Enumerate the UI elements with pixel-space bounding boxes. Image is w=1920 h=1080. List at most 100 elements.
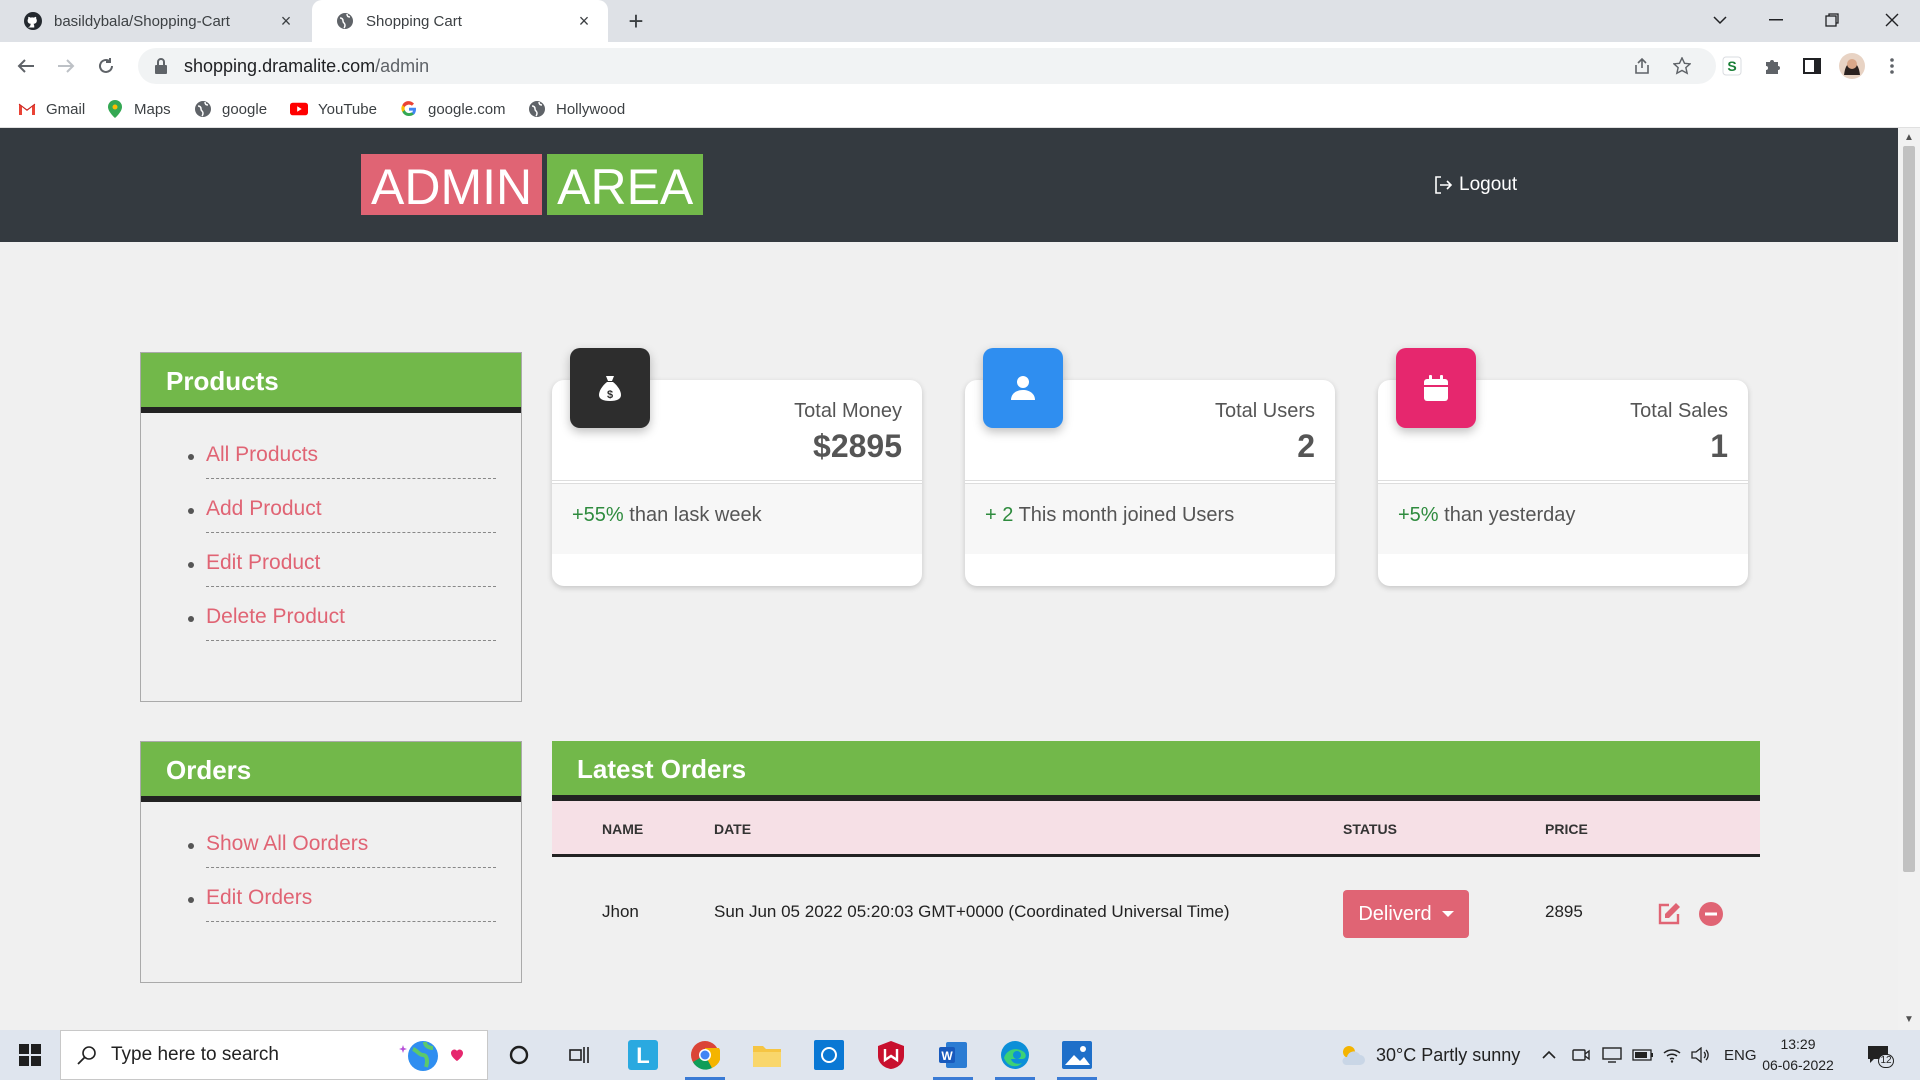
order-status-label: Deliverd xyxy=(1358,902,1432,925)
restore-window-button[interactable] xyxy=(1804,0,1860,40)
url-host: shopping.dramalite.com xyxy=(184,55,376,76)
stat-value: 2 xyxy=(1297,428,1315,464)
photos-icon[interactable] xyxy=(1054,1035,1100,1080)
browser-tab-github[interactable]: basildybala/Shopping-Cart × xyxy=(0,0,310,42)
gmail-icon xyxy=(18,100,36,118)
app-blue-square-icon[interactable] xyxy=(806,1035,852,1075)
admin-header: ADMIN AREA Logout xyxy=(0,128,1898,242)
taskbar-clock[interactable]: 13:29 06-06-2022 xyxy=(1758,1034,1838,1076)
delete-order-icon[interactable] xyxy=(1698,901,1724,927)
brand-admin: ADMIN xyxy=(361,154,543,215)
brand-area: AREA xyxy=(547,154,704,215)
user-icon xyxy=(983,348,1063,428)
url-path: /admin xyxy=(375,55,430,76)
display-icon[interactable] xyxy=(1602,1030,1622,1080)
taskbar-search-box[interactable]: Type here to search xyxy=(60,1030,488,1080)
show-hidden-icons-chevron-icon[interactable] xyxy=(1542,1030,1556,1080)
globe-icon xyxy=(336,12,354,30)
menu-add-product[interactable]: Add Product xyxy=(188,479,496,533)
search-icon xyxy=(77,1045,97,1065)
input-language[interactable]: ENG xyxy=(1724,1030,1757,1080)
logout-label: Logout xyxy=(1459,174,1518,195)
bookmark-youtube[interactable]: YouTube xyxy=(290,96,377,122)
address-bar[interactable]: shopping.dramalite.com/admin xyxy=(138,48,1716,84)
windows-taskbar: Type here to search L W 30°C Partly sunn… xyxy=(0,1030,1920,1080)
cortana-icon[interactable] xyxy=(496,1035,542,1075)
mcafee-icon[interactable] xyxy=(868,1035,914,1075)
extension-s-icon[interactable]: S xyxy=(1718,52,1746,80)
forward-arrow-icon[interactable] xyxy=(50,50,82,82)
products-panel-title: Products xyxy=(141,353,521,413)
profile-avatar[interactable] xyxy=(1838,52,1866,80)
menu-show-all-orders[interactable]: Show All Oorders xyxy=(188,814,496,868)
menu-edit-orders[interactable]: Edit Orders xyxy=(188,868,496,922)
bookmark-label: Hollywood xyxy=(556,100,626,118)
file-explorer-icon[interactable] xyxy=(744,1035,790,1075)
table-row: Jhon Sun Jun 05 2022 05:20:03 GMT+0000 (… xyxy=(552,857,1760,967)
bookmark-label: google xyxy=(222,100,268,118)
tab-title: Shopping Cart xyxy=(366,12,462,30)
order-status-dropdown[interactable]: Deliverd xyxy=(1343,890,1469,938)
close-tab-icon[interactable]: × xyxy=(574,11,594,31)
scroll-up-icon[interactable]: ▲ xyxy=(1904,132,1914,143)
latest-orders-title: Latest Orders xyxy=(552,741,1760,801)
minimize-window-button[interactable] xyxy=(1748,0,1804,40)
bookmark-hollywood[interactable]: Hollywood xyxy=(528,96,625,122)
reload-icon[interactable] xyxy=(90,50,122,82)
stat-note-highlight: +55% xyxy=(572,504,624,526)
youtube-icon xyxy=(290,100,308,118)
notifications-icon[interactable]: 12 xyxy=(1866,1030,1894,1080)
page-scrollbar[interactable]: ▲ ▼ xyxy=(1898,128,1920,1030)
extensions-puzzle-icon[interactable] xyxy=(1758,52,1786,80)
battery-icon[interactable] xyxy=(1632,1030,1654,1080)
windows-start-icon[interactable] xyxy=(0,1030,60,1080)
side-panel-icon[interactable] xyxy=(1798,52,1826,80)
caret-down-icon xyxy=(1441,911,1454,917)
page-viewport: ADMIN AREA Logout Products All Products … xyxy=(0,128,1898,1030)
back-arrow-icon[interactable] xyxy=(10,50,42,82)
volume-icon[interactable] xyxy=(1690,1030,1710,1080)
close-window-button[interactable] xyxy=(1864,0,1920,40)
weather-widget[interactable]: 30°C Partly sunny xyxy=(1338,1030,1520,1080)
tab-search-chevron-icon[interactable] xyxy=(1692,0,1748,40)
close-tab-icon[interactable]: × xyxy=(276,11,296,31)
meet-now-icon[interactable] xyxy=(1572,1030,1590,1080)
app-l-icon[interactable]: L xyxy=(620,1035,666,1075)
menu-edit-product[interactable]: Edit Product xyxy=(188,533,496,587)
share-icon[interactable] xyxy=(1628,52,1656,80)
task-view-icon[interactable] xyxy=(557,1035,603,1075)
maps-icon xyxy=(106,100,124,118)
menu-delete-product[interactable]: Delete Product xyxy=(188,587,496,641)
scrollbar-thumb[interactable] xyxy=(1903,146,1915,872)
partly-sunny-icon xyxy=(1338,1043,1366,1067)
bookmark-google-com[interactable]: google.com xyxy=(400,96,506,122)
bookmark-star-icon[interactable] xyxy=(1668,52,1696,80)
stat-note-text: This month joined Users xyxy=(1018,504,1235,526)
bookmark-label: google.com xyxy=(428,100,506,118)
column-price: PRICE xyxy=(1545,821,1588,837)
column-name: NAME xyxy=(602,821,644,837)
wifi-icon[interactable] xyxy=(1662,1030,1682,1080)
github-icon xyxy=(24,12,42,30)
scroll-down-icon[interactable]: ▼ xyxy=(1904,1014,1914,1025)
search-placeholder: Type here to search xyxy=(111,1044,279,1065)
chrome-icon[interactable] xyxy=(682,1035,728,1080)
stat-value: 1 xyxy=(1710,428,1728,464)
browser-menu-icon[interactable] xyxy=(1878,52,1906,80)
calendar-icon xyxy=(1396,348,1476,428)
browser-tab-shopping-cart[interactable]: Shopping Cart × xyxy=(312,0,608,42)
orders-table-header: NAME DATE STATUS PRICE xyxy=(552,801,1760,857)
edit-order-icon[interactable] xyxy=(1656,901,1682,927)
edge-icon[interactable] xyxy=(992,1035,1038,1080)
svg-text:S: S xyxy=(1727,58,1736,74)
stat-note: +55% than lask week xyxy=(552,484,922,554)
word-icon[interactable]: W xyxy=(930,1035,976,1080)
admin-area-logo[interactable]: ADMIN AREA xyxy=(361,154,704,215)
bookmark-maps[interactable]: Maps xyxy=(106,96,171,122)
bookmark-gmail[interactable]: Gmail xyxy=(18,96,85,122)
menu-all-products[interactable]: All Products xyxy=(188,425,496,479)
new-tab-button[interactable]: + xyxy=(622,8,650,36)
stat-value: $2895 xyxy=(813,428,902,464)
bookmark-google[interactable]: google xyxy=(194,96,267,122)
logout-link[interactable]: Logout xyxy=(1433,172,1517,198)
